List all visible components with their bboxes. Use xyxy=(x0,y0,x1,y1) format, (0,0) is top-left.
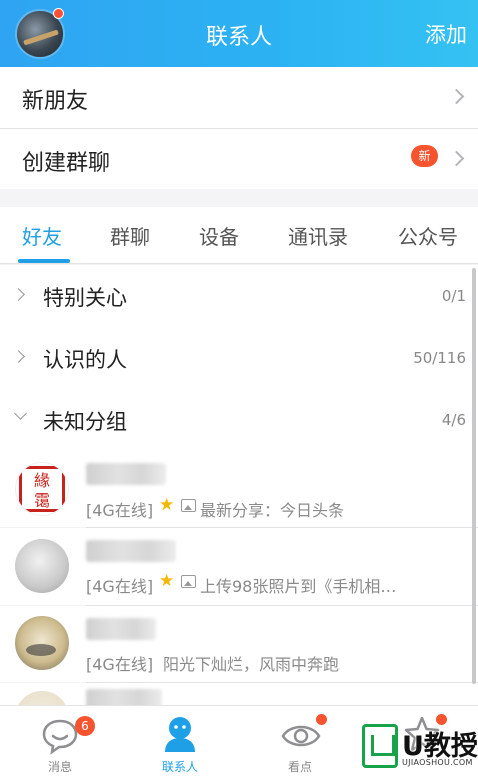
avatar xyxy=(15,691,69,705)
unread-badge: 6 xyxy=(75,716,95,736)
group-label: 特别关心 xyxy=(43,286,127,310)
tab-groups[interactable]: 群聊 xyxy=(110,221,150,250)
watermark-logo: U教授 UJIAOSHOU.COM xyxy=(362,722,478,774)
contact-signature: 阳光下灿烂，风雨中奔跑 xyxy=(163,655,340,674)
tab-devices[interactable]: 设备 xyxy=(199,221,239,250)
chevron-right-icon xyxy=(448,150,465,167)
contact-name-blurred xyxy=(86,463,166,485)
list-item[interactable]: [4G在线] ★ 上传98张照片到《手机相… xyxy=(0,528,478,605)
nav-feeds[interactable]: 看点 xyxy=(240,706,360,780)
avatar xyxy=(15,539,69,593)
notification-dot xyxy=(53,8,64,19)
group-count: 50/116 xyxy=(413,349,466,367)
watermark-icon xyxy=(362,724,398,768)
nav-messages[interactable]: 6 消息 xyxy=(0,706,120,780)
chevron-right-icon xyxy=(448,88,465,105)
contact-name-blurred xyxy=(86,540,176,562)
chevron-right-icon xyxy=(12,350,25,363)
image-icon xyxy=(181,499,196,512)
seal-logo: 緣霭 xyxy=(19,466,65,512)
tab-friends[interactable]: 好友 xyxy=(22,221,62,250)
avatar xyxy=(15,616,69,670)
chat-bubble-icon xyxy=(42,719,78,755)
tab-official-accounts[interactable]: 公众号 xyxy=(398,221,458,250)
app-header: 联系人 添加 xyxy=(0,0,478,67)
create-group-row[interactable]: 创建群聊 xyxy=(0,129,478,189)
page-title: 联系人 xyxy=(205,25,272,50)
contact-name-blurred xyxy=(86,618,156,640)
contact-signature: 上传98张照片到《手机相… xyxy=(200,577,397,596)
contact-tabs: 好友 群聊 设备 通讯录 公众号 xyxy=(0,207,478,264)
group-label: 认识的人 xyxy=(43,348,127,372)
add-button[interactable]: 添加 xyxy=(425,19,467,49)
star-icon: ★ xyxy=(159,495,175,515)
avatar: 緣霭 xyxy=(15,462,69,516)
contact-signature: 最新分享：今日头条 xyxy=(200,501,345,520)
online-status: [4G在线] xyxy=(86,577,154,596)
chevron-down-icon xyxy=(14,407,27,420)
list-item[interactable]: [4G在线] 阳光下灿烂，风雨中奔跑 xyxy=(0,606,478,682)
group-special-care[interactable]: 特别关心 0/1 xyxy=(0,265,478,327)
group-count: 4/6 xyxy=(441,411,466,429)
nav-contacts[interactable]: 联系人 xyxy=(120,706,240,780)
tab-address-book[interactable]: 通讯录 xyxy=(288,221,348,250)
star-icon: ★ xyxy=(159,571,175,591)
contacts-icon xyxy=(165,717,195,752)
nav-label: 消息 xyxy=(47,760,72,774)
online-status: [4G在线] xyxy=(86,501,154,520)
online-status: [4G在线] xyxy=(86,655,154,674)
group-acquaintances[interactable]: 认识的人 50/116 xyxy=(0,327,478,389)
nav-label: 联系人 xyxy=(161,760,198,774)
group-count: 0/1 xyxy=(441,287,466,305)
list-item[interactable]: 緣霭 [4G在线] ★ 最新分享：今日头条 xyxy=(0,451,478,527)
active-tab-indicator xyxy=(18,259,70,263)
new-friends-row[interactable]: 新朋友 xyxy=(0,67,478,128)
watermark-url: UJIAOSHOU.COM xyxy=(402,758,473,767)
contact-name-blurred xyxy=(86,689,162,705)
list-item[interactable] xyxy=(0,683,478,705)
group-label: 未知分组 xyxy=(43,410,127,434)
new-badge: 新 xyxy=(411,145,438,167)
chevron-right-icon xyxy=(12,288,25,301)
create-group-label: 创建群聊 xyxy=(22,151,111,176)
new-friends-label: 新朋友 xyxy=(22,89,89,114)
nav-label: 看点 xyxy=(287,760,312,774)
scrollbar[interactable] xyxy=(472,268,476,684)
group-unknown[interactable]: 未知分组 4/6 xyxy=(0,389,478,451)
image-icon xyxy=(181,575,196,588)
notification-dot xyxy=(316,714,327,725)
